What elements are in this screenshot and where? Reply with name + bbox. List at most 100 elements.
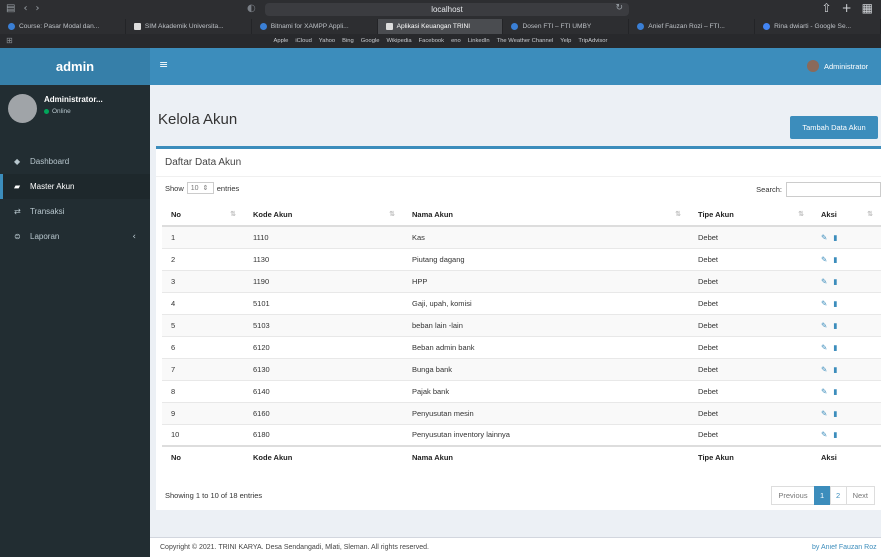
cell-aksi: ✎ ▮: [812, 270, 881, 293]
trash-icon[interactable]: ▮: [833, 387, 837, 396]
reload-icon[interactable]: ↻: [615, 3, 623, 13]
user-name: Administrator...: [44, 95, 103, 104]
shield-icon[interactable]: ◐: [247, 3, 256, 14]
online-dot-icon: [44, 109, 49, 114]
bookmark-link[interactable]: eno: [451, 38, 461, 44]
column-header-aksi[interactable]: Aksi ⇅: [812, 204, 881, 227]
cell-no: 2: [162, 248, 244, 271]
share-icon[interactable]: ⇧: [822, 1, 832, 15]
search-input[interactable]: [786, 182, 881, 197]
bookmark-link[interactable]: Wikipedia: [386, 38, 411, 44]
page-length-select[interactable]: 10 ⇕: [186, 182, 214, 194]
column-header-no[interactable]: No ⇅: [162, 204, 244, 227]
sidebar-toggle-icon[interactable]: ▤: [6, 3, 15, 14]
column-header-tipe[interactable]: Tipe Akun ⇅: [689, 204, 812, 227]
edit-icon[interactable]: ✎: [821, 299, 827, 308]
author-link[interactable]: by Anief Fauzan Rozi: [812, 544, 877, 551]
sidebar-item-master-akun[interactable]: ▰ Master Akun: [0, 174, 150, 199]
trash-icon[interactable]: ▮: [833, 430, 837, 439]
page-1-button[interactable]: 1: [813, 486, 831, 505]
user-menu[interactable]: Administrator: [807, 60, 881, 72]
column-label: Kode Akun: [253, 210, 293, 219]
cell-kode: 5101: [244, 292, 403, 315]
cell-kode: 6160: [244, 402, 403, 425]
edit-icon[interactable]: ✎: [821, 430, 827, 439]
page-length-control: Show 10 ⇕ entries: [165, 182, 239, 194]
trash-icon[interactable]: ▮: [833, 255, 837, 264]
browser-tab[interactable]: SIM Akademik Universita...: [126, 19, 252, 34]
bookmark-link[interactable]: Yelp: [560, 38, 571, 44]
cell-aksi: ✎ ▮: [812, 248, 881, 271]
table-row: 3 1190 HPP Debet ✎ ▮: [162, 270, 881, 293]
edit-icon[interactable]: ✎: [821, 343, 827, 352]
sidebar-item-transaksi[interactable]: ⇄ Transaksi: [0, 199, 150, 224]
cell-kode: 6140: [244, 380, 403, 403]
tab-label: SIM Akademik Universita...: [144, 23, 224, 30]
trash-icon[interactable]: ▮: [833, 277, 837, 286]
sidebar-item-dashboard[interactable]: ◆ Dashboard: [0, 149, 150, 174]
cell-aksi: ✎ ▮: [812, 226, 881, 249]
back-icon[interactable]: ‹: [23, 3, 27, 14]
bookmark-link[interactable]: Yahoo: [319, 38, 335, 44]
cell-nama: Penyusutan inventory lainnya: [403, 424, 689, 447]
trash-icon[interactable]: ▮: [833, 365, 837, 374]
page-2-button[interactable]: 2: [829, 486, 847, 505]
app-header: admin ≡ Administrator: [0, 48, 881, 85]
cell-tipe: Debet: [689, 314, 812, 337]
bookmark-link[interactable]: Apple: [274, 38, 289, 44]
edit-icon[interactable]: ✎: [821, 255, 827, 264]
cell-aksi: ✎ ▮: [812, 402, 881, 425]
new-tab-icon[interactable]: +: [842, 1, 852, 15]
bookmark-link[interactable]: LinkedIn: [468, 38, 490, 44]
previous-button[interactable]: Previous: [771, 486, 815, 505]
cell-no: 5: [162, 314, 244, 337]
sort-icon: ⇅: [230, 210, 236, 218]
bookmark-link[interactable]: iCloud: [295, 38, 311, 44]
cell-tipe: Debet: [689, 402, 812, 425]
add-account-button[interactable]: Tambah Data Akun: [790, 116, 878, 139]
browser-tab[interactable]: Rina dwiarti - Google Se...: [755, 19, 881, 34]
bookmark-link[interactable]: Google: [361, 38, 380, 44]
cell-no: 9: [162, 402, 244, 425]
trash-icon[interactable]: ▮: [833, 233, 837, 242]
edit-icon[interactable]: ✎: [821, 321, 827, 330]
edit-icon[interactable]: ✎: [821, 277, 827, 286]
forward-icon[interactable]: ›: [35, 3, 39, 14]
cell-tipe: Debet: [689, 292, 812, 315]
table-row: 7 6130 Bunga bank Debet ✎ ▮: [162, 358, 881, 381]
dashboard-icon: ◆: [14, 157, 21, 166]
cell-nama: Kas: [403, 226, 689, 249]
google-icon: [763, 23, 771, 30]
bookmark-link[interactable]: The Weather Channel: [497, 38, 554, 44]
browser-tab[interactable]: Anief Fauzan Rozi – FTI...: [629, 19, 756, 34]
bookmark-link[interactable]: Facebook: [419, 38, 444, 44]
grid-icon[interactable]: ⊞: [6, 36, 13, 45]
address-bar[interactable]: localhost ↻: [265, 3, 629, 16]
tab-label: Aplikasi Keuangan TRINI: [396, 23, 471, 30]
browser-tab-active[interactable]: Aplikasi Keuangan TRINI: [377, 19, 504, 34]
browser-tab[interactable]: Dosen FTI – FTI UMBY: [503, 19, 630, 34]
browser-tab[interactable]: Bitnami for XAMPP Appli...: [252, 19, 378, 34]
avatar: [807, 60, 819, 72]
bookmark-link[interactable]: TripAdvisor: [578, 38, 607, 44]
table-row: 1 1110 Kas Debet ✎ ▮: [162, 226, 881, 249]
tab-label: Dosen FTI – FTI UMBY: [522, 23, 592, 30]
trash-icon[interactable]: ▮: [833, 299, 837, 308]
box-title: Daftar Data Akun: [165, 157, 242, 168]
trash-icon[interactable]: ▮: [833, 343, 837, 352]
column-header-kode[interactable]: Kode Akun ⇅: [244, 204, 403, 227]
trash-icon[interactable]: ▮: [833, 321, 837, 330]
bookmark-link[interactable]: Bing: [342, 38, 354, 44]
browser-tab[interactable]: Course: Pasar Modal dan...: [0, 19, 126, 34]
edit-icon[interactable]: ✎: [821, 387, 827, 396]
sidebar-item-laporan[interactable]: ⊜ Laporan ‹: [0, 224, 150, 249]
tab-overview-icon[interactable]: ▦: [862, 1, 873, 15]
edit-icon[interactable]: ✎: [821, 365, 827, 374]
column-header-nama[interactable]: Nama Akun ⇅: [403, 204, 689, 227]
next-button[interactable]: Next: [845, 486, 875, 505]
edit-icon[interactable]: ✎: [821, 233, 827, 242]
menu-toggle-icon[interactable]: ≡: [159, 58, 168, 71]
edit-icon[interactable]: ✎: [821, 409, 827, 418]
trash-icon[interactable]: ▮: [833, 409, 837, 418]
app-logo[interactable]: admin: [0, 48, 150, 85]
